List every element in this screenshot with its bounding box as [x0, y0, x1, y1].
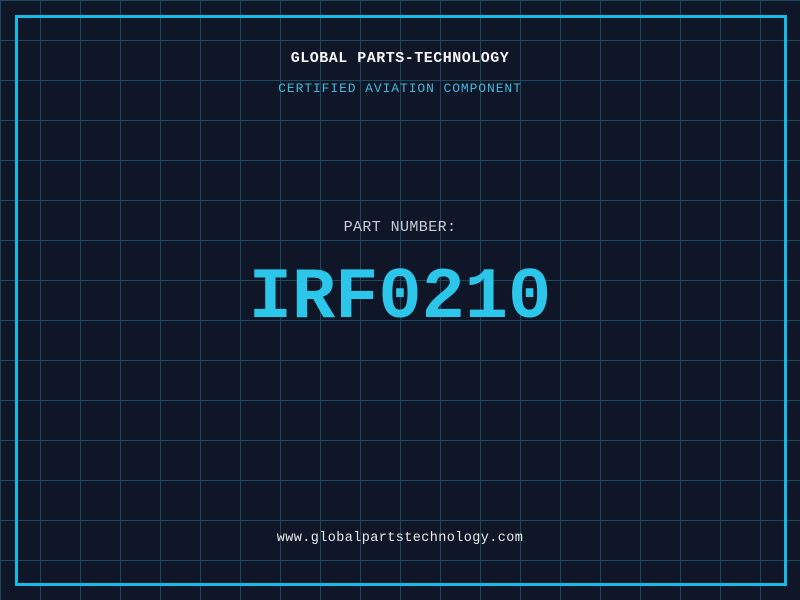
certification-subtitle: CERTIFIED AVIATION COMPONENT: [278, 81, 522, 96]
part-number-label: PART NUMBER:: [343, 219, 457, 236]
website-url: www.globalpartstechnology.com: [276, 531, 524, 546]
blueprint-grid-background: GLOBAL PARTS-TECHNOLOGY CERTIFIED AVIATI…: [0, 0, 800, 600]
part-number-value: IRF0210: [248, 257, 552, 339]
company-title: GLOBAL PARTS-TECHNOLOGY: [290, 50, 510, 67]
